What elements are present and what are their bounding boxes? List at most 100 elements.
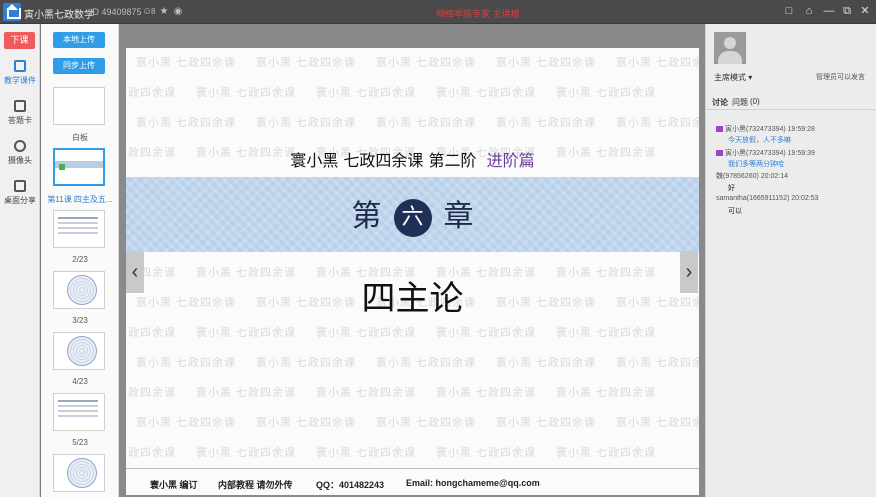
slide-title: 四主论 [361,279,464,319]
settings-circle-icon[interactable]: ◉ [172,6,184,18]
watermark-text: 寰小黑 七政四余课 [556,447,657,459]
upload-local-button[interactable]: 本地上传 [53,32,105,48]
slide: 寰小黑 七政四余课 寰小黑 七政四余课 寰小黑 七政四余课 寰小黑 七政四余课 寰小黑 … [126,48,699,495]
thumb-slide-6[interactable] [53,454,105,492]
watermark-text: 寰小黑 七政四余课 [496,357,597,369]
question-count: (0) [750,97,760,106]
watermark-text: 寰小黑 七政四余课 [496,417,597,429]
thumb-slide-2[interactable] [53,210,105,248]
tab-questions[interactable]: 问题 [732,97,748,108]
notice-text: 网络举报专家 主讲授 [436,9,520,19]
watermark-text: 寰小黑 七政四余课 [436,87,537,99]
thumb-slide-4[interactable] [53,332,105,370]
watermark-text: 寰小黑 七政四余课 [196,327,297,339]
minimize-button[interactable]: — [822,4,836,18]
watermark-text: 寰小黑 七政四余课 [376,357,477,369]
watermark-text: 寰小黑 七政四余课 [316,87,417,99]
watermark-text: 寰小黑 七政四余课 [616,357,699,369]
slide-header-main: 寰小黑 七政四余课 第二阶 [290,151,477,170]
watermark-text: 寰小黑 七政四余课 [556,387,657,399]
room-id: ID 49409875 [90,7,142,17]
chat-message: 魏(97856260) 20:02:14 [716,171,788,181]
chat-author: samantha(1665911152) 20:02:53 [716,195,819,202]
chat-message: 寅小黑(732473394) 19:59:39 [716,148,815,158]
chat-text-content: 可以 [728,208,742,215]
online-count: 8 [151,7,156,16]
leave-class-button[interactable]: 下课 [4,32,35,49]
chapter-number: 六 [393,199,432,237]
watermark-text: 寰小黑 七政四余课 [126,87,177,99]
watermark-text: 寰小黑 七政四余课 [616,417,699,429]
thumbnail-panel: 本地上传 同步上传 白板 第11课 四主及五... 2/23 3/23 4/23… [41,24,119,497]
watermark-text: 寰小黑 七政四余课 [136,357,237,369]
watermark-text: 寰小黑 七政四余课 [436,447,537,459]
slide-header-accent: 进阶篇 [486,151,535,170]
watermark-text: 寰小黑 七政四余课 [316,387,417,399]
app-title: 寅小黑七政数学 [24,10,94,21]
chat-author: 寅小黑(732473394) 19:59:28 [725,126,815,133]
pin-icon[interactable]: ⌂ [802,4,816,18]
tab-discussion[interactable]: 讨论 [712,97,728,108]
footer-editor: 寰小黑 编订 [150,480,198,490]
watermark-text: 寰小黑 七政四余课 [496,117,597,129]
watermark-text: 寰小黑 七政四余课 [196,87,297,99]
watermark-text: 寰小黑 七政四余课 [376,117,477,129]
next-slide-button[interactable]: › [680,251,698,293]
upload-sync-button[interactable]: 同步上传 [53,58,105,74]
prev-slide-button[interactable]: ‹ [126,251,144,293]
chat-text-content: 好 [728,185,735,192]
left-nav: 下课 教学课件 答题卡 摄像头 桌面分享 [0,24,40,497]
watermark-text: 寰小黑 七政四余课 [136,117,237,129]
thumb-slide-1[interactable] [53,148,105,186]
watermark-text: 寰小黑 七政四余课 [126,387,177,399]
restore-button[interactable]: ⧉ [840,4,854,18]
watermark-text: 寰小黑 七政四余课 [556,87,657,99]
mode-note: 管理员可以发言 [816,74,865,81]
courseware-icon [14,60,26,72]
watermark-text: 寰小黑 七政四余课 [616,57,699,69]
teacher-badge-icon [716,126,723,133]
thumb-whiteboard[interactable] [53,87,105,125]
watermark-text: 寰小黑 七政四余课 [556,327,657,339]
watermark-text: 寰小黑 七政四余课 [436,387,537,399]
chapter-heading: 第六章 [126,191,699,237]
watermark-text: 寰小黑 七政四余课 [616,117,699,129]
desktop-share-icon [14,180,26,192]
thumb-slide-5[interactable] [53,393,105,431]
watermark-text: 寰小黑 七政四余课 [256,357,357,369]
slide-header: 寰小黑 七政四余课 第二阶 进阶篇 [126,147,699,171]
watermark-text: 寰小黑 七政四余课 [316,327,417,339]
thumb-slide-3[interactable] [53,271,105,309]
camera-icon [14,140,26,152]
chat-text: 好 [728,183,735,193]
chat-text-content: 我们多等两分钟哈 [728,161,784,168]
avatar [714,32,746,64]
footer-internal: 内部教程 请勿外传 [218,480,293,490]
watermark-text: 寰小黑 七政四余课 [196,387,297,399]
star-icon[interactable]: ★ [158,6,170,18]
nav-courseware[interactable]: 教学课件 [0,60,40,94]
skin-icon[interactable]: □ [782,4,796,18]
nav-answer-card-label: 答题卡 [8,116,32,125]
watermark-text: 寰小黑 七政四余课 [126,447,177,459]
chapter-band: 第六章 [126,177,699,252]
thumb-label: 3/23 [72,316,88,325]
nav-desktop-share[interactable]: 桌面分享 [0,180,40,214]
watermark-text: 寰小黑 七政四余课 [316,447,417,459]
nav-desktop-share-label: 桌面分享 [4,196,36,205]
teacher-badge-icon [716,150,723,157]
chat-text: 可以 [728,206,742,216]
nav-camera[interactable]: 摄像头 [0,140,40,174]
watermark-text: 寰小黑 七政四余课 [436,327,537,339]
chapter-right: 章 [443,199,474,234]
nav-answer-card[interactable]: 答题卡 [0,100,40,134]
home-logo-icon [3,3,21,21]
close-button[interactable]: ✕ [858,4,872,18]
slide-stage: 寰小黑 七政四余课 寰小黑 七政四余课 寰小黑 七政四余课 寰小黑 七政四余课 寰小黑 … [119,24,705,497]
watermark-text: 寰小黑 七政四余课 [256,57,357,69]
chat-text-content: 今天放假，人不多嘛 [728,137,791,144]
watermark-text: 寰小黑 七政四余课 [496,57,597,69]
upload-sync-label: 同步上传 [63,61,95,70]
thumb-label: 2/23 [72,255,88,264]
chair-mode-dropdown[interactable]: 主席模式 ▾ [714,72,752,83]
